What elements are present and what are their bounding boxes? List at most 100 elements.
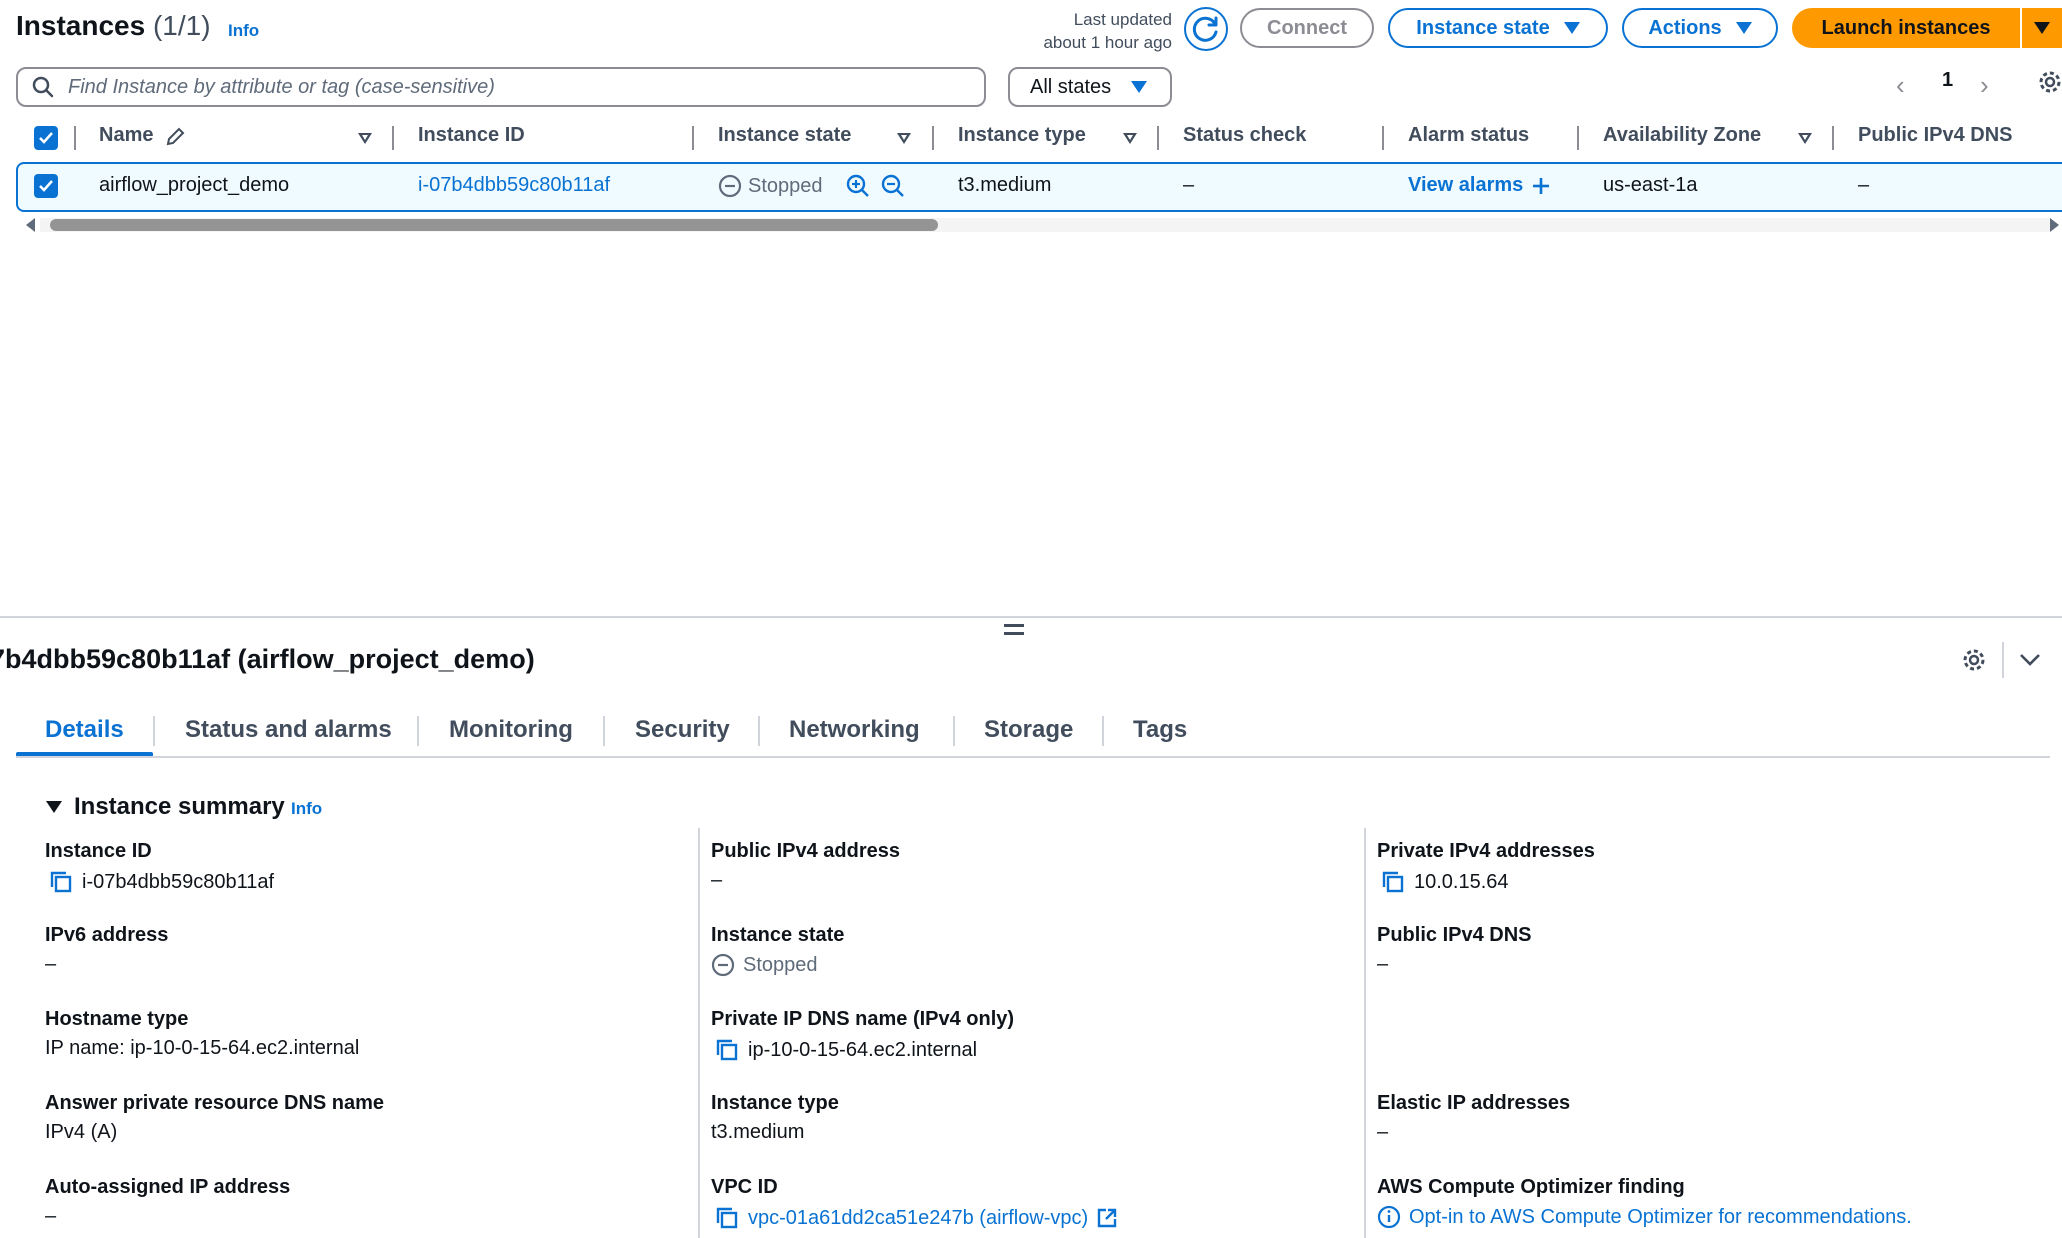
next-page-icon[interactable]: › [1980,70,1989,101]
label-private-dns: Private IP DNS name (IPv4 only) [711,1008,1015,1030]
select-all-checkbox[interactable] [34,126,58,150]
label-compute-optimizer: AWS Compute Optimizer finding [1377,1176,1685,1198]
scroll-left-icon[interactable] [26,218,35,232]
tab-tags[interactable]: Tags [1133,716,1187,744]
column-divider [1364,828,1366,1238]
value-public-ipv4: – [711,869,723,891]
label-hostname-type: Hostname type [45,1008,189,1030]
caret-down-icon[interactable] [46,801,62,813]
tab-storage[interactable]: Storage [984,716,1073,744]
caret-down-icon [1131,81,1148,93]
value-hostname-type: IP name: ip-10-0-15-64.ec2.internal [45,1037,360,1059]
scrollbar-thumb[interactable] [50,219,938,231]
value-answer-dns: IPv4 (A) [45,1121,118,1143]
column-divider [698,828,700,1238]
info-link[interactable]: Info [228,21,259,41]
copy-icon[interactable] [714,1205,740,1231]
tab-details[interactable]: Details [45,716,124,744]
compute-optimizer-link[interactable]: Opt-in to AWS Compute Optimizer for reco… [1409,1206,1912,1229]
copy-icon[interactable] [1380,869,1406,895]
tab-divider [603,716,605,746]
stopped-icon [718,174,742,198]
column-header-public-ipv4-dns[interactable]: Public IPv4 DNS [1858,124,2013,147]
tab-divider [758,716,760,746]
current-page[interactable]: 1 [1942,69,1953,92]
previous-page-icon[interactable]: ‹ [1896,70,1905,101]
copy-icon[interactable] [48,869,74,895]
tab-status-and-alarms[interactable]: Status and alarms [185,716,392,744]
column-header-instance-state[interactable]: Instance state [718,124,851,147]
caret-down-icon [2034,22,2050,34]
chevron-down-icon[interactable] [2018,652,2042,668]
tab-divider [417,716,419,746]
cell-instance-id-link[interactable]: i-07b4dbb59c80b11af [418,174,610,197]
tab-security[interactable]: Security [635,716,730,744]
caret-down-icon [1563,22,1580,34]
scroll-right-icon[interactable] [2050,218,2059,232]
settings-gear-icon[interactable] [1960,646,1988,674]
value-ipv6: – [45,953,57,975]
search-field[interactable] [16,67,986,107]
tab-networking[interactable]: Networking [789,716,920,744]
label-auto-ip: Auto-assigned IP address [45,1176,291,1198]
state-filter-value: All states [1030,75,1112,98]
cell-availability-zone: us-east-1a [1603,174,1698,196]
connect-button[interactable]: Connect [1240,8,1374,48]
launch-options-button[interactable] [2020,8,2062,48]
filter-icon[interactable] [897,133,911,144]
launch-instances-button[interactable]: Launch instances [1792,8,2020,48]
search-input[interactable] [66,74,950,100]
info-circle-icon [1377,1205,1401,1229]
private-ipv4-text: 10.0.15.64 [1414,870,1509,893]
column-header-instance-type[interactable]: Instance type [958,124,1086,147]
refresh-button[interactable] [1184,7,1228,51]
zoom-in-icon[interactable] [845,173,871,199]
label-public-ipv4: Public IPv4 address [711,840,900,862]
column-divider [392,126,394,150]
tab-divider [153,716,155,746]
state-filter-select[interactable]: All states [1008,67,1172,107]
column-header-availability-zone[interactable]: Availability Zone [1603,124,1761,147]
instance-id-text: i-07b4dbb59c80b11af [82,870,275,893]
value-public-dns: – [1377,953,1389,975]
copy-icon[interactable] [714,1037,740,1063]
column-header-instance-id[interactable]: Instance ID [418,124,525,147]
drag-handle-icon[interactable] [1004,624,1024,640]
filter-icon[interactable] [1123,133,1137,144]
page-title-text: Instances [16,10,146,41]
label-ipv6: IPv6 address [45,924,169,946]
tab-monitoring[interactable]: Monitoring [449,716,573,744]
column-header-status-check[interactable]: Status check [1183,124,1306,147]
column-divider [1577,126,1579,150]
filter-icon[interactable] [1798,133,1812,144]
info-link[interactable]: Info [291,799,322,819]
value-instance-id: i-07b4dbb59c80b11af [48,869,274,895]
tab-divider [953,716,955,746]
vpc-id-link[interactable]: vpc-01a61dd2ca51e247b (airflow-vpc) [748,1207,1088,1230]
value-instance-state: Stopped [711,953,818,977]
cell-public-dns: – [1858,174,1870,196]
view-alarms-link[interactable]: View alarms [1408,174,1551,197]
external-link-icon[interactable] [1096,1207,1118,1229]
actions-label: Actions [1648,16,1722,39]
actions-button[interactable]: Actions [1622,8,1778,48]
column-divider [1382,126,1384,150]
section-title[interactable]: Instance summary [74,793,285,821]
value-vpc-id: vpc-01a61dd2ca51e247b (airflow-vpc) [714,1205,1118,1231]
row-checkbox[interactable] [34,174,58,198]
cell-instance-type: t3.medium [958,174,1052,196]
filter-icon[interactable] [358,133,372,144]
last-updated-time: about 1 hour ago [1043,33,1172,52]
label-instance-id: Instance ID [45,840,152,862]
label-answer-dns: Answer private resource DNS name [45,1092,385,1114]
column-header-name[interactable]: Name [99,124,153,147]
value-compute-optimizer: Opt-in to AWS Compute Optimizer for reco… [1377,1205,1912,1229]
column-divider [932,126,934,150]
zoom-out-icon[interactable] [880,173,906,199]
value-instance-type: t3.medium [711,1121,805,1143]
settings-gear-icon[interactable] [2036,68,2062,96]
instance-state-button[interactable]: Instance state [1388,8,1608,48]
tabs-divider [16,756,2050,758]
column-header-alarm-status[interactable]: Alarm status [1408,124,1529,147]
search-icon [32,76,54,98]
